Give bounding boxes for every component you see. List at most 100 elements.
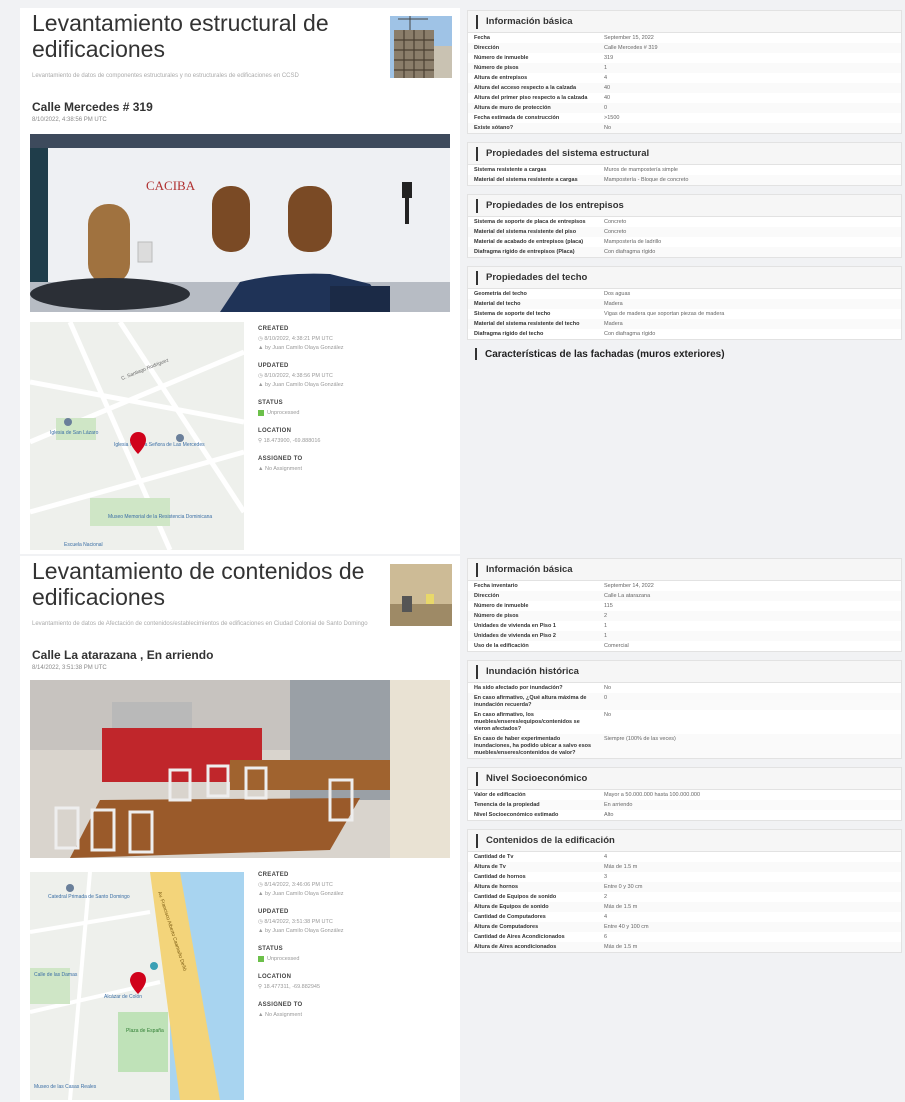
table-row: Número de inmueble 115 <box>468 601 901 611</box>
field-label: Altura de muro de protección <box>468 103 598 113</box>
location-icon: ⚲ <box>258 984 263 990</box>
field-label: Sistema de soporte del techo <box>474 310 551 317</box>
panel-title: Nivel Socioeconómico <box>486 773 588 784</box>
table-row: Cantidad de Equipos de sonido 2 <box>468 892 901 902</box>
table-row: Número de pisos 1 <box>468 63 901 73</box>
field-label: Sistema resistente a cargas <box>474 166 547 173</box>
field-value: 40 <box>598 83 901 93</box>
table-row: Unidades de vivienda en Piso 21 <box>468 631 901 641</box>
field-value: >1500 <box>604 114 620 121</box>
field-value: 4 <box>604 853 608 860</box>
record-date: 8/14/2022, 3:51:38 PM UTC <box>32 665 107 671</box>
location-icon: ⚲ <box>258 438 263 444</box>
table-row: Diafragma rígido del techo Con diafragma … <box>468 329 901 339</box>
interior-photo[interactable] <box>30 680 450 858</box>
created-by[interactable]: by Juan Camilo Olaya González <box>265 891 344 897</box>
detail-table: Geometría del techo Dos aguas Material del… <box>468 289 901 339</box>
field-value: September 15, 2022 <box>604 34 654 41</box>
field-value: September 14, 2022 <box>604 582 654 589</box>
record-meta: CREATED ◷ 8/14/2022, 3:46:06 PM UTC ▲ by… <box>258 872 458 1030</box>
field-value: Mampostería de ladrillo <box>604 238 662 245</box>
location-map[interactable]: Catedral Primada de Santo Domingo Calle … <box>30 872 244 1100</box>
record-title[interactable]: Levantamiento estructural de edificacion… <box>32 10 377 62</box>
field-value: Entre 40 y 100 cm <box>598 922 901 932</box>
field-label: Cantidad de Aires Acondicionados <box>474 933 565 940</box>
assigned-value[interactable]: No Assignment <box>265 466 302 472</box>
table-row: Altura de muro de protección 0 <box>468 103 901 113</box>
record-title[interactable]: Levantamiento de contenidos de edificaci… <box>32 558 377 610</box>
map-poi-icon[interactable] <box>66 884 74 892</box>
table-row: Material del techo Madera <box>468 299 901 309</box>
field-value: Concreto <box>598 227 901 237</box>
panel-header[interactable]: Contenidos de la edificación <box>468 830 901 852</box>
interior-thumbnail[interactable] <box>390 564 452 626</box>
facade-photo[interactable]: CACIBA <box>30 134 450 312</box>
meta-heading: ASSIGNED TO <box>258 456 303 462</box>
map-poi-icon[interactable] <box>176 434 184 442</box>
panel-title: Información básica <box>486 564 573 575</box>
panel-header[interactable]: Propiedades del sistema estructural <box>468 143 901 165</box>
created-by[interactable]: by Juan Camilo Olaya González <box>265 345 344 351</box>
field-label: Uso de la edificación <box>474 642 529 649</box>
map-place-label: Alcázar de Colón <box>104 994 142 1000</box>
table-row: En caso afirmativo, ¿Qué altura máxima d… <box>468 693 901 710</box>
detail-table: Sistema de soporte de placa de entrepiso… <box>468 217 901 257</box>
record-card-contents[interactable]: Levantamiento de contenidos de edificaci… <box>20 556 460 1102</box>
status-value[interactable]: Unprocessed <box>267 956 299 962</box>
table-row: Unidades de vivienda en Piso 1 1 <box>468 621 901 631</box>
field-value: 0 <box>598 103 901 113</box>
record-address[interactable]: Calle Mercedes # 319 <box>32 100 153 114</box>
status-badge <box>258 955 264 962</box>
updated-date: 8/10/2022, 4:38:56 PM UTC <box>264 373 333 379</box>
location-value[interactable]: 18.473900, -69.888016 <box>264 438 321 444</box>
field-value: Dos aguas <box>604 290 631 297</box>
field-value: Calle Mercedes # 319 <box>598 43 901 53</box>
panel-header[interactable]: Propiedades del techo <box>468 267 901 289</box>
updated-by[interactable]: by Juan Camilo Olaya González <box>265 928 344 934</box>
table-row: Fecha inventario September 14, 2022 <box>468 581 901 591</box>
field-value: 319 <box>604 54 614 61</box>
table-row: Cantidad de Aires Acondicionados 6 <box>468 932 901 942</box>
table-row: En caso de haber experimentado inundacio… <box>468 734 901 758</box>
detail-panel: Información básica Fecha inventario Septem… <box>467 558 902 652</box>
status-value[interactable]: Unprocessed <box>267 410 299 416</box>
map-place-label: Museo Memorial de la Resistencia Dominic… <box>108 514 212 520</box>
field-value: 1 <box>604 622 608 629</box>
building-thumbnail[interactable] <box>390 16 452 78</box>
location-value[interactable]: 18.477311, -69.882945 <box>264 984 320 990</box>
panel-header[interactable]: Información básica <box>468 11 901 33</box>
field-label: Altura del primer piso respecto a la cal… <box>474 94 588 101</box>
panel-header[interactable]: Inundación histórica <box>468 661 901 683</box>
panel-header[interactable]: Información básica <box>468 559 901 581</box>
panel-title: Contenidos de la edificación <box>486 835 615 846</box>
location-map[interactable]: C. Santiago Rodríguez Iglesia de San Láz… <box>30 322 244 550</box>
map-place-label: Calle de las Damas <box>34 972 78 978</box>
field-value: Mampostería - Bloque de concreto <box>598 175 901 185</box>
table-row: Material del sistema resistente a cargas… <box>468 175 901 185</box>
table-row: Fecha estimada de construcción >1500 <box>468 113 901 123</box>
map-place-label: Iglesia Nuestra Señora de Las Mercedes <box>114 442 205 448</box>
field-label: Existe sótano? <box>468 123 598 133</box>
record-card-structural[interactable]: Levantamiento estructural de edificacion… <box>20 8 460 554</box>
panel-title: Información básica <box>486 16 573 27</box>
assigned-value[interactable]: No Assignment <box>265 1012 302 1018</box>
field-label: Cantidad de hornos <box>474 873 526 880</box>
table-row: Sistema de soporte de placa de entrepiso… <box>468 217 901 227</box>
table-row: Diafragma rígido de entrepisos (Placa) Co… <box>468 247 901 257</box>
clock-icon: ◷ <box>258 336 263 342</box>
meta-heading: UPDATED <box>258 909 289 915</box>
panel-header[interactable]: Propiedades de los entrepisos <box>468 195 901 217</box>
record-address[interactable]: Calle La atarazana , En arriendo <box>32 648 213 662</box>
map-poi-icon[interactable] <box>64 418 72 426</box>
meta-heading: STATUS <box>258 400 283 406</box>
updated-by[interactable]: by Juan Camilo Olaya González <box>265 382 344 388</box>
record-meta: CREATED ◷ 8/10/2022, 4:38:21 PM UTC ▲ by… <box>258 326 458 484</box>
map-poi-icon[interactable] <box>150 962 158 970</box>
shop-sign: CACIBA <box>146 178 196 193</box>
field-label: Altura de entrepisos <box>474 74 528 81</box>
record-description: Levantamiento de datos de Afectación de … <box>32 621 368 627</box>
map-place-label: Plaza de España <box>126 1028 164 1034</box>
panel-header[interactable]: Nivel Socioeconómico <box>468 768 901 790</box>
field-value: Con diafragma rígido <box>604 330 656 337</box>
table-row: Altura del acceso respecto a la calzada 4… <box>468 83 901 93</box>
